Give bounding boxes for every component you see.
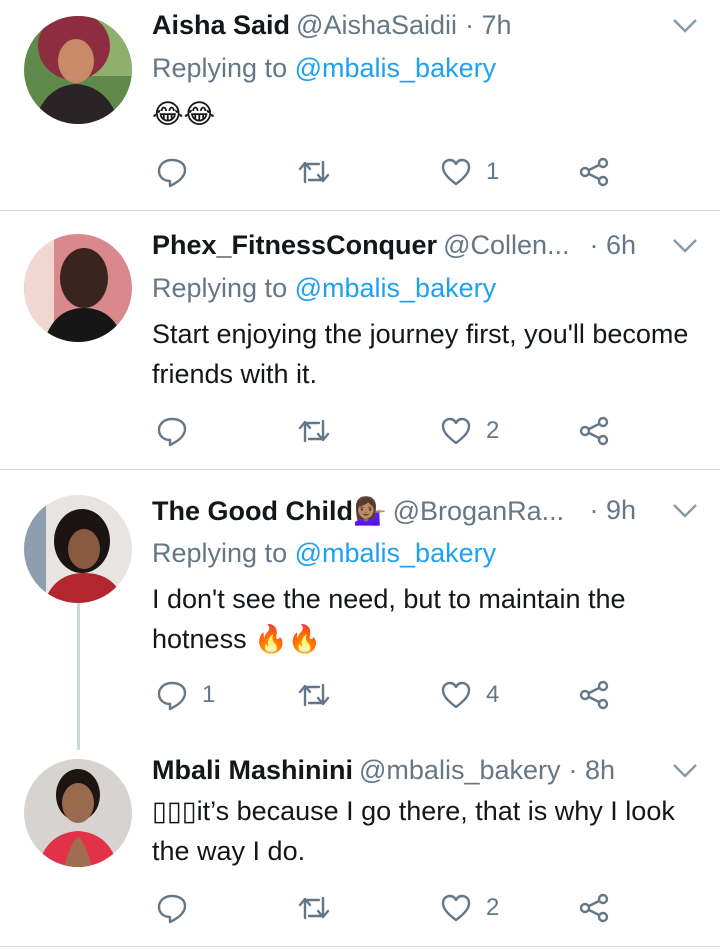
retweet-icon	[298, 160, 330, 184]
replying-to: Replying to @mbalis_bakery	[152, 273, 497, 303]
chevron-down-icon[interactable]	[670, 234, 700, 258]
mention-link[interactable]: @mbalis_bakery	[295, 538, 497, 568]
avatar-photo	[24, 759, 132, 867]
retweet-icon	[298, 896, 330, 920]
replying-to: Replying to @mbalis_bakery	[152, 53, 497, 83]
like-button[interactable]: 4	[440, 675, 499, 715]
like-count: 4	[486, 681, 500, 708]
like-icon	[441, 681, 471, 709]
divider	[0, 946, 720, 947]
user-handle[interactable]: @Collen...	[443, 230, 569, 260]
tweet-aisha[interactable]: Aisha Said @AishaSaidii · 7h Replying to @…	[0, 10, 720, 200]
avatar-photo	[24, 495, 132, 603]
share-button[interactable]	[578, 152, 610, 192]
reply-icon	[157, 681, 187, 711]
reply-count: 1	[202, 681, 216, 708]
tweet-good-child[interactable]: The Good Child💁🏽‍♀️ @BroganRa... · 9h Rep…	[0, 495, 720, 735]
tweet-phex[interactable]: Phex_FitnessConquer @Collen... · 6h Reply…	[0, 230, 720, 460]
reply-icon	[157, 417, 187, 447]
tweet-header: Phex_FitnessConquer @Collen... · 6h	[152, 230, 700, 270]
avatar[interactable]	[24, 234, 132, 342]
timestamp[interactable]: · 7h	[465, 10, 512, 40]
tweet-actions: 1	[152, 152, 632, 192]
retweet-icon	[298, 419, 330, 443]
tweet-text: 😂😂	[152, 99, 216, 129]
replying-to: Replying to @mbalis_bakery	[152, 538, 497, 568]
tweet-header: Aisha Said @AishaSaidii · 7h	[152, 10, 700, 50]
like-icon	[441, 158, 471, 186]
share-icon	[579, 416, 609, 446]
share-button[interactable]	[578, 888, 610, 928]
retweet-button[interactable]	[298, 675, 330, 715]
user-handle[interactable]: @AishaSaidii	[296, 10, 457, 40]
reply-icon	[157, 158, 187, 188]
divider	[0, 210, 720, 211]
tweet-actions: 1 4	[152, 675, 632, 715]
tweet-actions: 2	[152, 888, 632, 928]
avatar[interactable]	[24, 495, 132, 603]
display-name[interactable]: Phex_FitnessConquer	[152, 230, 437, 260]
retweet-icon	[298, 683, 330, 707]
like-count: 2	[486, 894, 500, 921]
name-emoji: 💁🏽‍♀️	[352, 496, 387, 526]
share-icon	[579, 157, 609, 187]
reply-button[interactable]	[156, 888, 202, 928]
share-button[interactable]	[578, 411, 610, 451]
reply-button[interactable]	[156, 411, 202, 451]
chevron-down-icon[interactable]	[670, 14, 700, 38]
tweet-text: ▯▯▯it’s because I go there, that is why …	[152, 796, 675, 866]
chevron-down-icon[interactable]	[670, 499, 700, 523]
user-handle[interactable]: @mbalis_bakery	[359, 755, 561, 785]
avatar[interactable]	[24, 16, 132, 124]
like-count: 1	[486, 158, 500, 185]
reply-icon	[157, 894, 187, 924]
chevron-down-icon[interactable]	[670, 759, 700, 783]
retweet-button[interactable]	[298, 411, 330, 451]
timestamp[interactable]: · 6h	[589, 230, 636, 261]
like-button[interactable]: 2	[440, 411, 499, 451]
like-button[interactable]: 1	[440, 152, 499, 192]
tweet-actions: 2	[152, 411, 632, 451]
retweet-button[interactable]	[298, 152, 330, 192]
user-handle[interactable]: @BroganRa...	[393, 496, 565, 526]
timestamp[interactable]: · 9h	[589, 495, 636, 526]
retweet-button[interactable]	[298, 888, 330, 928]
avatar[interactable]	[24, 759, 132, 867]
divider	[0, 469, 720, 470]
tweet-header: Mbali Mashinini @mbalis_bakery · 8h	[152, 755, 700, 795]
reply-button[interactable]	[156, 152, 202, 192]
share-icon	[579, 680, 609, 710]
like-count: 2	[486, 417, 500, 444]
avatar-photo	[24, 234, 132, 342]
avatar-photo	[24, 16, 132, 124]
mention-link[interactable]: @mbalis_bakery	[295, 53, 497, 83]
timestamp[interactable]: · 8h	[569, 755, 616, 785]
tweet-header: The Good Child💁🏽‍♀️ @BroganRa... · 9h	[152, 495, 700, 535]
reply-button[interactable]: 1	[156, 675, 215, 715]
display-name[interactable]: Mbali Mashinini	[152, 755, 353, 785]
share-icon	[579, 893, 609, 923]
like-icon	[441, 417, 471, 445]
like-button[interactable]: 2	[440, 888, 499, 928]
tweet-text: I don't see the need, but to maintain th…	[152, 584, 626, 654]
tweet-mbali[interactable]: Mbali Mashinini @mbalis_bakery · 8h ▯▯▯it’…	[0, 755, 720, 935]
display-name[interactable]: Aisha Said	[152, 10, 290, 40]
mention-link[interactable]: @mbalis_bakery	[295, 273, 497, 303]
share-button[interactable]	[578, 675, 610, 715]
display-name[interactable]: The Good Child	[152, 496, 353, 526]
tweet-text: Start enjoying the journey first, you'll…	[152, 319, 689, 389]
like-icon	[441, 894, 471, 922]
